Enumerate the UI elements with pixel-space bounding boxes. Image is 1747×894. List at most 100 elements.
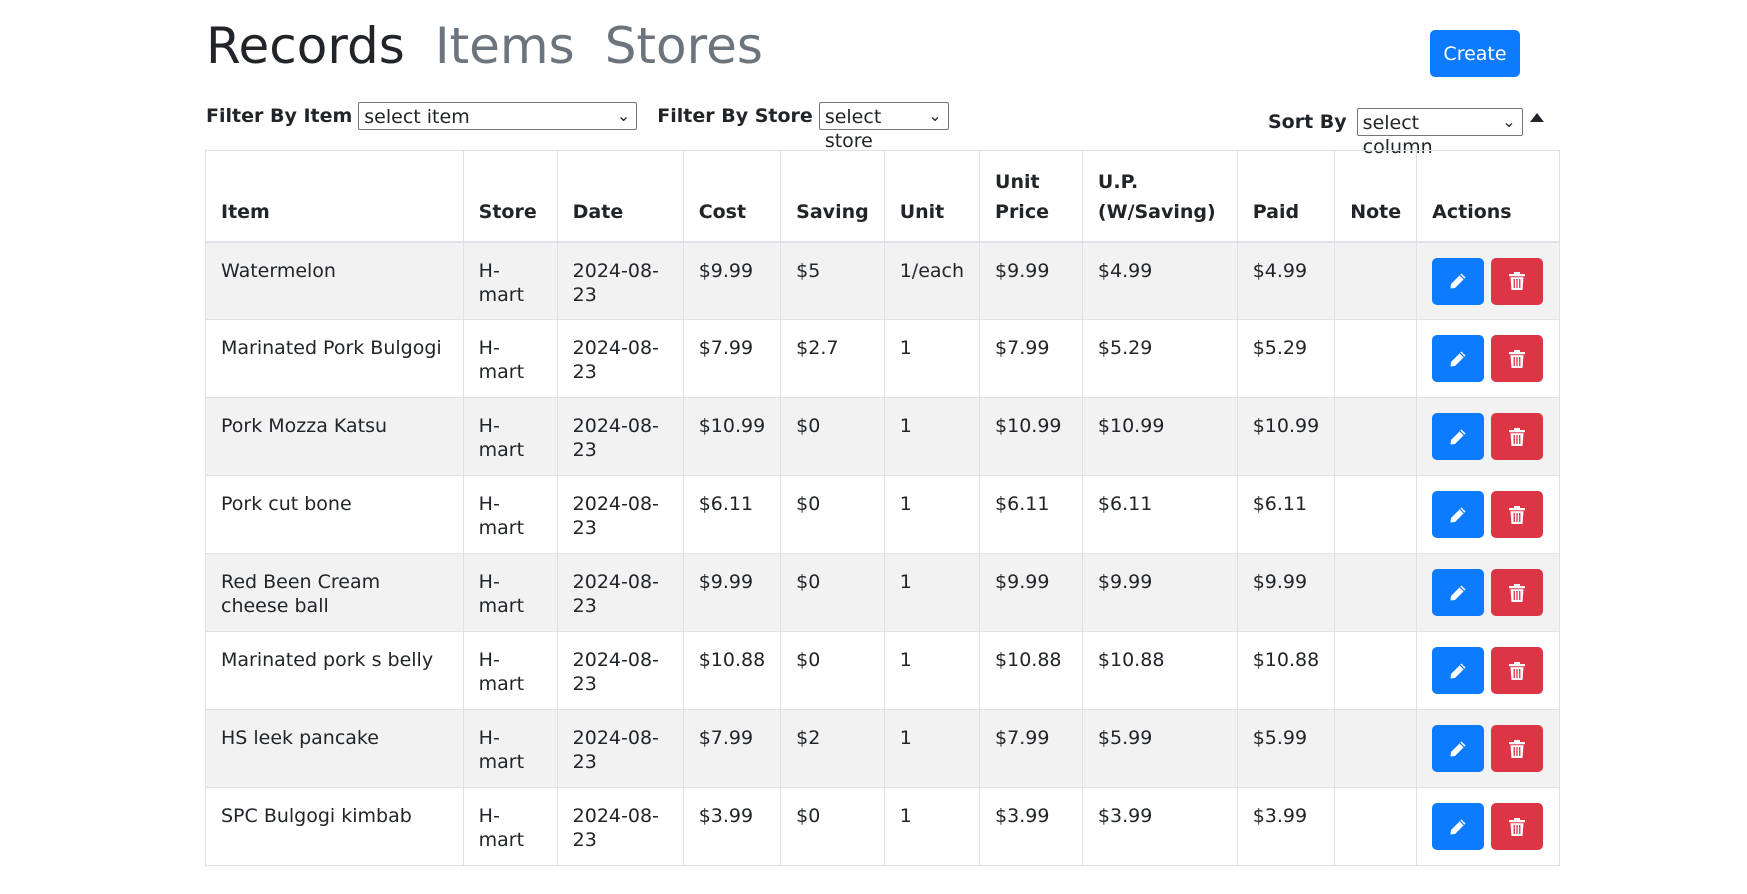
tab-stores[interactable]: Stores <box>605 14 763 78</box>
edit-button[interactable] <box>1432 335 1485 382</box>
cell-paid: $4.99 <box>1236 241 1336 320</box>
cell-note <box>1334 787 1418 866</box>
column-header-unit-price: Unit Price <box>979 150 1083 243</box>
pencil-icon <box>1450 819 1466 834</box>
cell-unit: 1/each <box>883 241 981 320</box>
cell-actions <box>1416 553 1560 632</box>
records-page: Records Items Stores Create Filter By It… <box>0 0 1747 894</box>
cell-saving: $0 <box>780 631 885 710</box>
filter-bar: Filter By Item select item ⌄ Filter By S… <box>206 102 949 152</box>
cell-store: H-mart <box>462 787 558 866</box>
cell-unit-price: $7.99 <box>979 709 1083 788</box>
cell-saving: $2 <box>780 709 885 788</box>
cell-note <box>1334 709 1418 788</box>
filter-item-value: select item <box>364 106 470 128</box>
cell-up-saving: $5.29 <box>1081 319 1238 398</box>
cell-unit-price: $9.99 <box>979 553 1083 632</box>
records-table-body: Watermelon H-mart 2024-08-23 $9.99 $5 1/… <box>205 241 1560 866</box>
delete-button[interactable] <box>1491 725 1544 772</box>
column-header-store: Store <box>462 150 558 243</box>
cell-up-saving: $9.99 <box>1081 553 1238 632</box>
pencil-icon <box>1450 741 1466 756</box>
cell-actions <box>1416 787 1560 866</box>
delete-button[interactable] <box>1491 257 1544 305</box>
cell-paid: $9.99 <box>1236 553 1336 632</box>
triangle-up-icon[interactable] <box>1530 113 1544 122</box>
cell-date: 2024-08-23 <box>556 475 684 554</box>
cell-note <box>1334 631 1418 710</box>
delete-button[interactable] <box>1491 491 1544 538</box>
cell-paid: $3.99 <box>1236 787 1336 866</box>
table-row: Marinated pork s belly H-mart 2024-08-23… <box>205 631 1560 710</box>
tab-items[interactable]: Items <box>435 14 575 78</box>
table-row: SPC Bulgogi kimbab H-mart 2024-08-23 $3.… <box>205 787 1560 866</box>
cell-up-saving: $10.99 <box>1081 397 1238 476</box>
cell-unit-price: $3.99 <box>979 787 1083 866</box>
cell-item: Marinated pork s belly <box>205 631 464 710</box>
delete-button[interactable] <box>1491 803 1544 850</box>
cell-cost: $10.99 <box>682 397 782 476</box>
pencil-icon <box>1450 351 1466 366</box>
filter-item-label: Filter By Item <box>206 105 353 127</box>
edit-button[interactable] <box>1432 257 1485 305</box>
column-header-actions: Actions <box>1416 150 1560 243</box>
chevron-down-icon: ⌄ <box>616 106 631 125</box>
cell-up-saving: $10.88 <box>1081 631 1238 710</box>
cell-unit-price: $7.99 <box>979 319 1083 398</box>
cell-store: H-mart <box>462 553 558 632</box>
cell-unit: 1 <box>883 553 981 632</box>
cell-note <box>1334 553 1418 632</box>
cell-up-saving: $6.11 <box>1081 475 1238 554</box>
filter-item-select[interactable]: select item ⌄ <box>358 102 638 130</box>
cell-date: 2024-08-23 <box>556 787 684 866</box>
cell-actions <box>1416 397 1560 476</box>
chevron-down-icon: ⌄ <box>1502 112 1516 131</box>
cell-note <box>1334 319 1418 398</box>
edit-button[interactable] <box>1432 803 1485 850</box>
cell-item: Marinated Pork Bulgogi <box>205 319 464 398</box>
cell-up-saving: $4.99 <box>1081 241 1238 320</box>
cell-saving: $2.7 <box>780 319 885 398</box>
edit-button[interactable] <box>1432 725 1485 772</box>
cell-store: H-mart <box>462 397 558 476</box>
cell-saving: $0 <box>780 475 885 554</box>
create-button[interactable]: Create <box>1430 30 1520 77</box>
column-header-date: Date <box>556 150 684 243</box>
edit-button[interactable] <box>1432 569 1485 616</box>
delete-button[interactable] <box>1491 647 1544 694</box>
cell-cost: $9.99 <box>682 241 782 320</box>
edit-button[interactable] <box>1432 413 1485 460</box>
cell-cost: $7.99 <box>682 709 782 788</box>
pencil-icon <box>1450 507 1466 522</box>
filter-store-value: select store <box>824 106 882 152</box>
filter-store-label: Filter By Store <box>657 105 813 127</box>
sort-select[interactable]: select column ⌄ <box>1356 108 1523 158</box>
delete-button[interactable] <box>1491 335 1544 382</box>
cell-unit-price: $10.99 <box>979 397 1083 476</box>
edit-button[interactable] <box>1432 491 1485 538</box>
chevron-down-icon: ⌄ <box>928 106 942 125</box>
cell-actions <box>1416 475 1560 554</box>
edit-button[interactable] <box>1432 647 1485 694</box>
table-row: Marinated Pork Bulgogi H-mart 2024-08-23… <box>205 319 1560 398</box>
tab-records[interactable]: Records <box>206 14 405 78</box>
trash-icon <box>1509 505 1526 524</box>
cell-date: 2024-08-23 <box>556 397 684 476</box>
cell-unit: 1 <box>883 709 981 788</box>
cell-item: Red Been Cream cheese ball <box>205 553 464 632</box>
delete-button[interactable] <box>1491 569 1544 616</box>
cell-note <box>1334 475 1418 554</box>
filter-store-select[interactable]: select store ⌄ <box>818 102 949 152</box>
table-row: Pork Mozza Katsu H-mart 2024-08-23 $10.9… <box>205 397 1560 476</box>
column-header-note: Note <box>1334 150 1418 243</box>
cell-cost: $9.99 <box>682 553 782 632</box>
cell-unit-price: $9.99 <box>979 241 1083 320</box>
table-row: Pork cut bone H-mart 2024-08-23 $6.11 $0… <box>205 475 1560 554</box>
cell-store: H-mart <box>462 475 558 554</box>
cell-up-saving: $5.99 <box>1081 709 1238 788</box>
cell-store: H-mart <box>462 241 558 320</box>
cell-unit: 1 <box>883 631 981 710</box>
records-table: Item Store Date Cost Saving Unit Unit Pr… <box>205 150 1560 866</box>
trash-icon <box>1509 817 1526 836</box>
delete-button[interactable] <box>1491 413 1544 460</box>
